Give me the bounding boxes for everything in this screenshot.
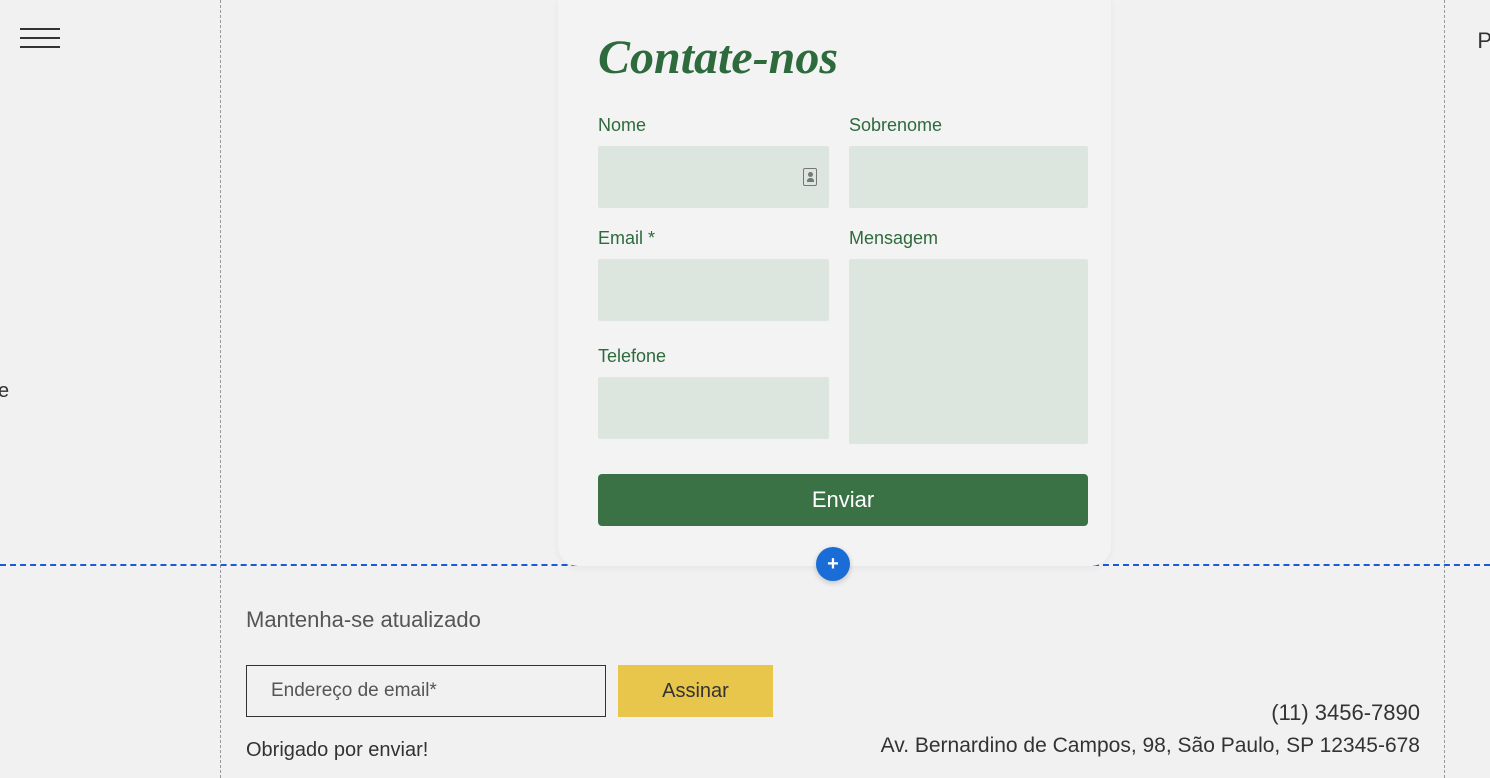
nome-label: Nome <box>598 115 829 136</box>
contact-card-icon[interactable] <box>803 168 817 186</box>
contact-form-card: Contate-nos Nome Sobrenome Email * Mensa… <box>558 0 1111 566</box>
telefone-input[interactable] <box>598 377 829 439</box>
telefone-group: Telefone <box>598 346 829 444</box>
hamburger-menu-icon[interactable] <box>20 28 60 48</box>
mensagem-label: Mensagem <box>849 228 1088 249</box>
email-label: Email * <box>598 228 829 249</box>
contact-address: Av. Bernardino de Campos, 98, São Paulo,… <box>881 734 1420 758</box>
editor-guide-left <box>220 0 221 778</box>
contact-info-block: (11) 3456-7890 Av. Bernardino de Campos,… <box>881 700 1420 758</box>
contact-phone: (11) 3456-7890 <box>881 700 1420 726</box>
footer-title: Mantenha-se atualizado <box>246 607 1420 633</box>
contact-form-grid: Nome Sobrenome Email * Mensagem Telefone… <box>598 115 1071 526</box>
subscribe-email-input[interactable] <box>246 665 606 717</box>
telefone-label: Telefone <box>598 346 829 367</box>
mensagem-group: Mensagem <box>849 228 1088 444</box>
nome-input[interactable] <box>598 146 829 208</box>
mensagem-textarea[interactable] <box>849 259 1088 444</box>
offscreen-text-right: P <box>1477 28 1490 54</box>
add-section-button[interactable]: + <box>816 547 850 581</box>
sobrenome-input[interactable] <box>849 146 1088 208</box>
subscribe-button[interactable]: Assinar <box>618 665 773 717</box>
email-group: Email * <box>598 228 829 326</box>
contact-title: Contate-nos <box>598 30 1071 85</box>
offscreen-text-left: e <box>0 380 9 403</box>
sobrenome-label: Sobrenome <box>849 115 1088 136</box>
nome-group: Nome <box>598 115 829 208</box>
submit-button[interactable]: Enviar <box>598 474 1088 526</box>
sobrenome-group: Sobrenome <box>849 115 1088 208</box>
editor-guide-right <box>1444 0 1445 778</box>
email-input[interactable] <box>598 259 829 321</box>
nome-input-wrapper <box>598 146 829 208</box>
